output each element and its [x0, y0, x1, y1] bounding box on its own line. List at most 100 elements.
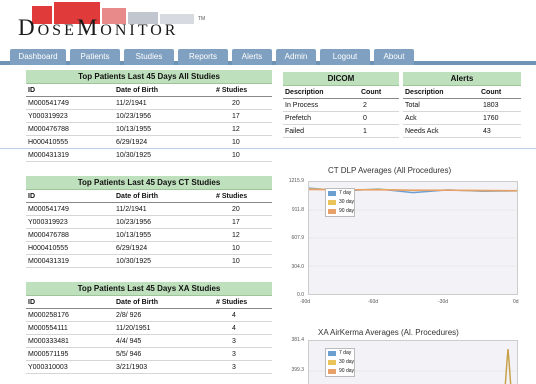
dashboard-page: DoseMonitor TM Dashboard Patients Studie… — [0, 0, 536, 384]
tab-logout[interactable]: Logout — [320, 49, 370, 65]
ct-xtick-label: -30d — [438, 299, 449, 305]
table-header-row: Description Count — [403, 86, 521, 99]
legend-item[interactable]: 90 day — [326, 367, 354, 376]
legend-swatch — [328, 369, 336, 374]
legend-swatch — [328, 360, 336, 365]
ct-xtick-label: -90d — [300, 299, 311, 305]
table-row[interactable]: M000554111 11/20/1951 4 — [26, 322, 272, 335]
cell-id: M000258176 — [28, 312, 69, 319]
cell-id: M000541749 — [28, 100, 69, 107]
cell-count: 1803 — [483, 102, 499, 109]
table-row[interactable]: M000333481 4/4/ 945 3 — [26, 335, 272, 348]
cell-studies: 4 — [232, 312, 236, 319]
table-header-row: ID Date of Birth # Studies — [26, 190, 272, 203]
dicom-table: DICOM Description Count In Process 2 Pre… — [283, 72, 399, 138]
cell-id: M000431319 — [28, 152, 69, 159]
table-row[interactable]: Ack 1760 — [403, 112, 521, 125]
table-row[interactable]: Failed 1 — [283, 125, 399, 138]
col-studies-header: # Studies — [216, 87, 248, 94]
cell-studies: 10 — [232, 152, 240, 159]
cell-description: Needs Ack — [405, 128, 439, 135]
table-row[interactable]: M000431319 10/30/1925 10 — [26, 255, 272, 268]
table-row[interactable]: M000571195 5/5/ 946 3 — [26, 348, 272, 361]
cell-id: M000431319 — [28, 258, 69, 265]
table-row[interactable]: In Process 2 — [283, 99, 399, 112]
legend-item[interactable]: 7 day — [326, 189, 354, 198]
cell-count: 2 — [363, 102, 367, 109]
table-title: Top Patients Last 45 Days All Studies — [26, 70, 272, 84]
tab-patients[interactable]: Patients — [70, 49, 120, 65]
tab-about[interactable]: About — [374, 49, 414, 65]
table-row[interactable]: M000476788 10/13/1955 12 — [26, 229, 272, 242]
tab-dashboard[interactable]: Dashboard — [10, 49, 66, 65]
tab-reports[interactable]: Reports — [178, 49, 228, 65]
xa-spike-line — [504, 348, 512, 384]
cell-count: 1760 — [483, 115, 499, 122]
legend-swatch — [328, 191, 336, 196]
cell-studies: 3 — [232, 364, 236, 371]
cell-dob: 10/30/1925 — [116, 152, 152, 159]
table-row[interactable]: Total 1803 — [403, 99, 521, 112]
table-row[interactable]: H000410555 6/29/1924 10 — [26, 242, 272, 255]
legend-label: 30 day — [339, 199, 355, 205]
table-row[interactable]: Y000319923 10/23/1956 17 — [26, 110, 272, 123]
legend-item[interactable]: 30 day — [326, 358, 354, 367]
cell-description: Total — [405, 102, 420, 109]
table-row[interactable]: M000541749 11/2/1941 20 — [26, 203, 272, 216]
logo-trademark: TM — [198, 16, 206, 22]
tab-alerts[interactable]: Alerts — [232, 49, 272, 65]
cell-studies: 12 — [232, 232, 240, 239]
legend-swatch — [328, 351, 336, 356]
cell-dob: 4/4/ 945 — [116, 338, 142, 345]
xa-ytick-label: 381.4 — [291, 337, 304, 343]
xa-chart-title: XA AirKerma Averages (Al. Procedures) — [318, 328, 459, 337]
legend-item[interactable]: 90 day — [326, 207, 354, 216]
table-row[interactable]: Y000310003 3/21/1903 3 — [26, 361, 272, 374]
table-row[interactable]: M000476788 10/13/1955 12 — [26, 123, 272, 136]
ct-xtick-label: -60d — [368, 299, 379, 305]
cell-studies: 10 — [232, 245, 240, 252]
ct-ytick-label: 1215.9 — [288, 178, 304, 184]
col-dob-header: Date of Birth — [116, 87, 158, 94]
table-title: Top Patients Last 45 Days CT Studies — [26, 176, 272, 190]
legend-label: 90 day — [339, 368, 355, 374]
table-row[interactable]: M000258176 2/8/ 926 4 — [26, 309, 272, 322]
col-count-header: Count — [361, 89, 382, 96]
col-count-header: Count — [481, 89, 502, 96]
table-row[interactable]: Prefetch 0 — [283, 112, 399, 125]
ct-xtick-label: 0d — [513, 299, 519, 305]
cell-dob: 5/5/ 946 — [116, 351, 142, 358]
cell-dob: 11/20/1951 — [116, 325, 151, 332]
cell-studies: 10 — [232, 258, 240, 265]
cell-studies: 4 — [232, 325, 236, 332]
col-studies-header: # Studies — [216, 193, 248, 200]
cell-count: 43 — [483, 128, 491, 135]
ct-chart-legend: 7 day 30 day 90 day — [325, 188, 355, 217]
cell-description: In Process — [285, 102, 319, 109]
col-description-header: Description — [405, 89, 444, 96]
table-row[interactable]: M000431319 10/30/1925 10 — [26, 149, 272, 162]
tab-admin[interactable]: Admin — [276, 49, 316, 65]
legend-label: 7 day — [339, 350, 352, 356]
cell-studies: 17 — [232, 113, 240, 120]
cell-studies: 20 — [232, 206, 240, 213]
table-row[interactable]: Y000319923 10/23/1956 17 — [26, 216, 272, 229]
logo-text: DoseMonitor — [18, 15, 179, 40]
top-patients-xa-table: Top Patients Last 45 Days XA Studies ID … — [26, 282, 272, 374]
dosemonitor-logo[interactable]: DoseMonitor TM — [10, 2, 205, 42]
table-header-row: Description Count — [283, 86, 399, 99]
legend-item[interactable]: 7 day — [326, 349, 354, 358]
cell-description: Failed — [285, 128, 305, 135]
table-row[interactable]: M000541749 11/2/1941 20 — [26, 97, 272, 110]
cell-dob: 10/23/1956 — [116, 113, 152, 120]
col-description-header: Description — [285, 89, 324, 96]
cell-dob: 10/13/1955 — [116, 126, 152, 133]
main-nav: Dashboard Patients Studies Reports Alert… — [0, 47, 536, 65]
col-dob-header: Date of Birth — [116, 193, 158, 200]
tab-studies[interactable]: Studies — [124, 49, 174, 65]
cell-dob: 3/21/1903 — [116, 364, 148, 371]
table-row[interactable]: Needs Ack 43 — [403, 125, 521, 138]
cell-dob: 2/8/ 926 — [116, 312, 142, 319]
legend-item[interactable]: 30 day — [326, 198, 354, 207]
render-divider-line — [0, 148, 536, 149]
